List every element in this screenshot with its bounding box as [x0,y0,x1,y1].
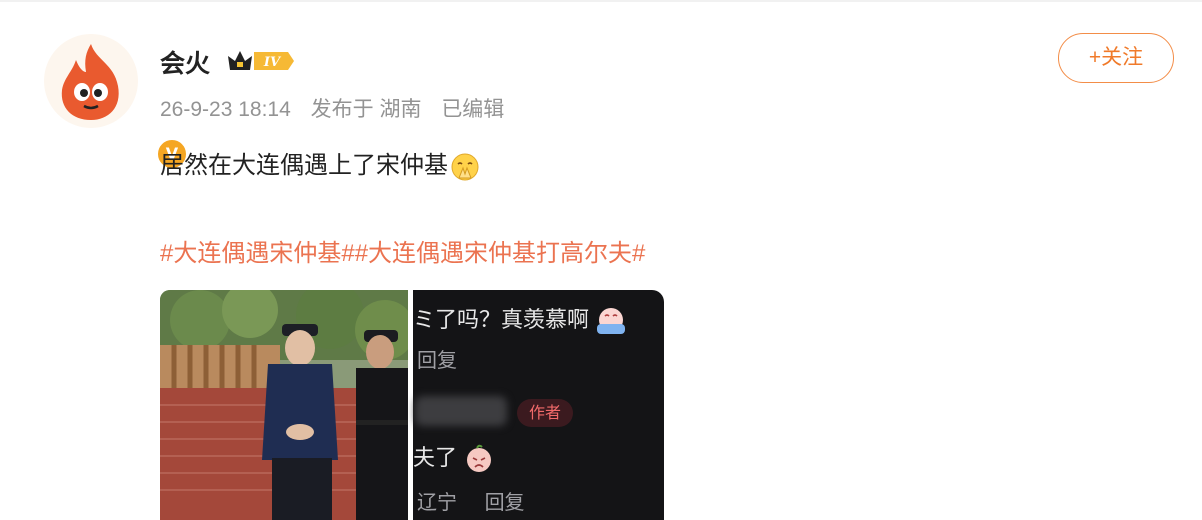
post-meta: 26-9-23 18:14 发布于 湖南 已编辑 [160,93,518,123]
post-date[interactable]: 26-9-23 18:14 [160,98,291,121]
post-text: 居然在大连偶遇上了宋仲基 [160,145,480,182]
username[interactable]: 会火 [160,44,210,80]
post-body: 居然在大连偶遇上了宋仲基 [160,152,448,179]
praying-emoji-icon [451,153,479,181]
post-location: 发布于 湖南 [310,98,422,121]
post-image-1[interactable] [160,290,408,520]
crying-emoji-icon [597,308,626,335]
top-divider [0,0,1202,2]
photo-people [160,290,408,520]
hashtag-links[interactable]: #大连偶遇宋仲基##大连偶遇宋仲基打高尔夫# [160,233,645,268]
comment-line-2: 夫了 [413,445,458,470]
sad-emoji-icon [467,444,492,473]
reply-link-2: 回复 [484,492,525,514]
crown-level-icon: IV [228,51,294,70]
comment-line-1: ミ了吗？真羡慕啊 [413,307,590,332]
avatar[interactable]: V [44,34,188,170]
level-badge-text: IV [263,55,282,70]
edited-label[interactable]: 已编辑 [441,98,504,121]
follow-button[interactable]: +关注 [1058,33,1174,83]
comment-location: 辽宁 [417,492,457,514]
author-tag: 作者 [517,399,573,427]
blurred-username [415,396,507,426]
reply-link-1: 回复 [417,350,457,372]
flame-avatar-icon [61,44,119,120]
